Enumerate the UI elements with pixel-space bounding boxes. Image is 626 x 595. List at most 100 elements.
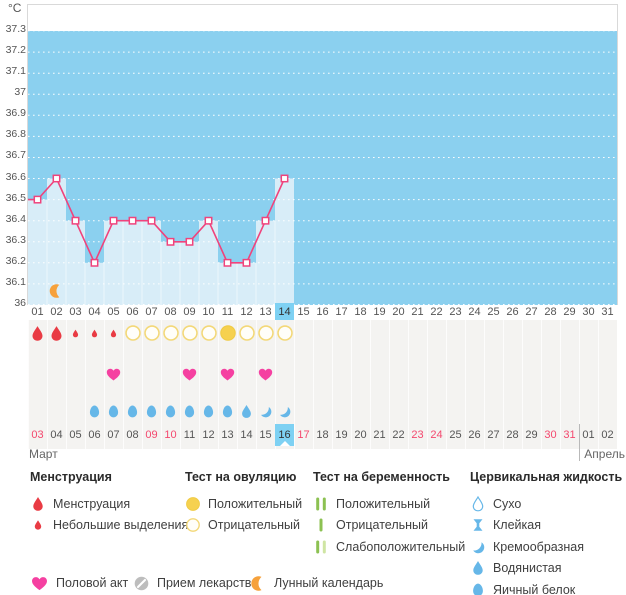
- intercourse-cell[interactable]: [560, 360, 579, 388]
- cervical-fluid-cell[interactable]: [370, 398, 389, 424]
- intercourse-cell[interactable]: [104, 360, 123, 388]
- cervical-fluid-cell[interactable]: [465, 398, 484, 424]
- flow-test-cell[interactable]: [199, 320, 218, 346]
- flow-test-cell[interactable]: [123, 320, 142, 346]
- cervical-fluid-cell[interactable]: [522, 398, 541, 424]
- cervical-fluid-cell[interactable]: [294, 398, 313, 424]
- calendar-date-cell[interactable]: 20: [351, 424, 370, 446]
- flow-test-cell[interactable]: [85, 320, 104, 346]
- cycle-day-cell[interactable]: 03: [66, 303, 85, 320]
- flow-test-cell[interactable]: [484, 320, 503, 346]
- intercourse-cell[interactable]: [408, 360, 427, 388]
- flow-test-cell[interactable]: [161, 320, 180, 346]
- cycle-day-cell[interactable]: 23: [446, 303, 465, 320]
- cervical-fluid-cell[interactable]: [199, 398, 218, 424]
- flow-test-cell[interactable]: [294, 320, 313, 346]
- intercourse-cell[interactable]: [465, 360, 484, 388]
- calendar-date-cell[interactable]: 24: [427, 424, 446, 446]
- flow-test-cell[interactable]: [218, 320, 237, 346]
- cycle-day-cell[interactable]: 24: [465, 303, 484, 320]
- flow-test-cell[interactable]: [408, 320, 427, 346]
- calendar-date-cell[interactable]: 02: [598, 424, 617, 446]
- cycle-day-cell[interactable]: 08: [161, 303, 180, 320]
- intercourse-cell[interactable]: [351, 360, 370, 388]
- intercourse-cell[interactable]: [123, 360, 142, 388]
- calendar-date-cell[interactable]: 21: [370, 424, 389, 446]
- cervical-fluid-cell[interactable]: [85, 398, 104, 424]
- flow-test-cell[interactable]: [465, 320, 484, 346]
- calendar-date-cell[interactable]: 03: [28, 424, 47, 446]
- cervical-fluid-cell[interactable]: [389, 398, 408, 424]
- cycle-day-cell[interactable]: 07: [142, 303, 161, 320]
- flow-test-cell[interactable]: [275, 320, 294, 346]
- intercourse-cell[interactable]: [541, 360, 560, 388]
- flow-test-cell[interactable]: [503, 320, 522, 346]
- flow-test-cell[interactable]: [579, 320, 598, 346]
- intercourse-cell[interactable]: [47, 360, 66, 388]
- calendar-date-cell[interactable]: 26: [465, 424, 484, 446]
- intercourse-cell[interactable]: [370, 360, 389, 388]
- flow-test-cell[interactable]: [28, 320, 47, 346]
- calendar-date-cell[interactable]: 11: [180, 424, 199, 446]
- cycle-day-cell[interactable]: 27: [522, 303, 541, 320]
- cycle-day-cell[interactable]: 05: [104, 303, 123, 320]
- cervical-fluid-cell[interactable]: [446, 398, 465, 424]
- cycle-day-cell[interactable]: 30: [579, 303, 598, 320]
- intercourse-cell[interactable]: [522, 360, 541, 388]
- intercourse-cell[interactable]: [180, 360, 199, 388]
- calendar-date-cell[interactable]: 22: [389, 424, 408, 446]
- flow-test-cell[interactable]: [332, 320, 351, 346]
- cervical-fluid-cell[interactable]: [560, 398, 579, 424]
- calendar-date-cell[interactable]: 16: [275, 424, 294, 446]
- cervical-fluid-cell[interactable]: [256, 398, 275, 424]
- calendar-date-cell[interactable]: 17: [294, 424, 313, 446]
- intercourse-cell[interactable]: [598, 360, 617, 388]
- calendar-date-cell[interactable]: 23: [408, 424, 427, 446]
- calendar-date-cell[interactable]: 06: [85, 424, 104, 446]
- flow-test-cell[interactable]: [237, 320, 256, 346]
- intercourse-cell[interactable]: [199, 360, 218, 388]
- flow-test-cell[interactable]: [427, 320, 446, 346]
- cervical-fluid-cell[interactable]: [218, 398, 237, 424]
- cervical-fluid-cell[interactable]: [408, 398, 427, 424]
- cycle-day-cell[interactable]: 12: [237, 303, 256, 320]
- intercourse-cell[interactable]: [332, 360, 351, 388]
- cycle-day-cell[interactable]: 15: [294, 303, 313, 320]
- cervical-fluid-cell[interactable]: [275, 398, 294, 424]
- calendar-date-cell[interactable]: 29: [522, 424, 541, 446]
- cycle-day-cell[interactable]: 10: [199, 303, 218, 320]
- calendar-date-cell[interactable]: 27: [484, 424, 503, 446]
- cervical-fluid-cell[interactable]: [142, 398, 161, 424]
- cycle-day-cell[interactable]: 22: [427, 303, 446, 320]
- cervical-fluid-cell[interactable]: [541, 398, 560, 424]
- cycle-day-cell[interactable]: 11: [218, 303, 237, 320]
- cervical-fluid-cell[interactable]: [161, 398, 180, 424]
- calendar-date-cell[interactable]: 04: [47, 424, 66, 446]
- cervical-fluid-cell[interactable]: [180, 398, 199, 424]
- intercourse-cell[interactable]: [85, 360, 104, 388]
- flow-test-cell[interactable]: [104, 320, 123, 346]
- cervical-fluid-cell[interactable]: [237, 398, 256, 424]
- cervical-fluid-cell[interactable]: [332, 398, 351, 424]
- flow-test-cell[interactable]: [598, 320, 617, 346]
- intercourse-cell[interactable]: [256, 360, 275, 388]
- cycle-day-cell[interactable]: 14: [275, 303, 294, 320]
- calendar-date-cell[interactable]: 30: [541, 424, 560, 446]
- intercourse-cell[interactable]: [294, 360, 313, 388]
- intercourse-cell[interactable]: [579, 360, 598, 388]
- intercourse-cell[interactable]: [161, 360, 180, 388]
- cycle-day-cell[interactable]: 19: [370, 303, 389, 320]
- cycle-day-cell[interactable]: 20: [389, 303, 408, 320]
- flow-test-cell[interactable]: [256, 320, 275, 346]
- calendar-date-cell[interactable]: 07: [104, 424, 123, 446]
- calendar-date-cell[interactable]: 31: [560, 424, 579, 446]
- calendar-date-cell[interactable]: 12: [199, 424, 218, 446]
- calendar-date-cell[interactable]: 25: [446, 424, 465, 446]
- cycle-day-cell[interactable]: 17: [332, 303, 351, 320]
- flow-test-cell[interactable]: [389, 320, 408, 346]
- calendar-date-cell[interactable]: 09: [142, 424, 161, 446]
- calendar-date-cell[interactable]: 19: [332, 424, 351, 446]
- calendar-date-cell[interactable]: 10: [161, 424, 180, 446]
- calendar-date-cell[interactable]: 13: [218, 424, 237, 446]
- flow-test-cell[interactable]: [522, 320, 541, 346]
